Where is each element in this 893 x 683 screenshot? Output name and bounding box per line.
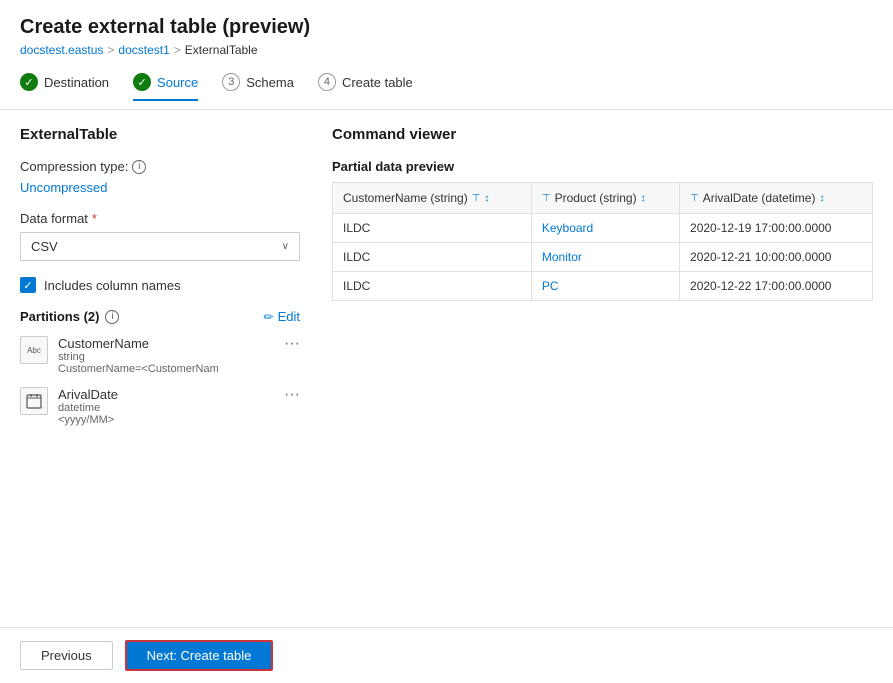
partition-customername-type: string (58, 351, 274, 363)
breadcrumb-current: ExternalTable (185, 43, 258, 57)
partitions-title: Partitions (2) (20, 309, 99, 324)
table-row: ILDC Monitor 2020-12-21 10:00:00.0000 (333, 243, 873, 272)
compression-value: Uncompressed (20, 180, 300, 195)
partition-arivaldate-details: ArivalDate datetime <yyyy/MM> (58, 387, 274, 426)
column-header-customername[interactable]: CustomerName (string) ⊤ ↕ (333, 183, 532, 214)
section-title: ExternalTable (20, 126, 300, 143)
data-format-value: CSV (31, 239, 58, 254)
partition-arivaldate-name: ArivalDate (58, 387, 274, 402)
data-preview-table: CustomerName (string) ⊤ ↕ ⊤ Product (str… (332, 182, 873, 301)
partition-string-icon: Abc (20, 336, 48, 364)
cell-customer-1: ILDC (333, 214, 532, 243)
cell-date-2: 2020-12-21 10:00:00.0000 (680, 243, 873, 272)
breadcrumb: docstest.eastus > docstest1 > ExternalTa… (20, 43, 873, 57)
cell-date-3: 2020-12-22 17:00:00.0000 (680, 272, 873, 301)
footer: Previous Next: Create table (0, 627, 893, 683)
cell-product-1: Keyboard (531, 214, 679, 243)
customername-filter-icon: ⊤ (472, 193, 481, 204)
cell-customer-2: ILDC (333, 243, 532, 272)
wizard-step-source-label: Source (157, 75, 198, 90)
chevron-down-icon: ∨ (282, 241, 289, 252)
command-viewer-title: Command viewer (332, 126, 873, 143)
breadcrumb-sep-1: > (107, 43, 114, 57)
wizard-step-create-table[interactable]: 4 Create table (318, 73, 413, 101)
data-format-required: * (92, 211, 97, 226)
wizard-step-destination-label: Destination (44, 75, 109, 90)
right-panel: Command viewer Partial data preview Cust… (332, 126, 873, 611)
data-format-select[interactable]: CSV ∨ (20, 232, 300, 261)
product-sort-icon: ↕ (641, 193, 646, 204)
partition-arivaldate-menu-icon[interactable]: ··· (284, 387, 300, 403)
previous-button[interactable]: Previous (20, 641, 113, 670)
next-create-table-button[interactable]: Next: Create table (125, 640, 274, 671)
data-format-field-group: Data format * CSV ∨ (20, 211, 300, 261)
partition-arivaldate-value: <yyyy/MM> (58, 414, 274, 426)
wizard-steps: ✓ Destination ✓ Source 3 Schema 4 Create… (0, 65, 893, 110)
table-row: ILDC Keyboard 2020-12-19 17:00:00.0000 (333, 214, 873, 243)
partition-item-arivaldate: ArivalDate datetime <yyyy/MM> ··· (20, 387, 300, 426)
edit-pencil-icon: ✏ (264, 310, 274, 324)
source-check-icon: ✓ (133, 73, 151, 91)
compression-info-icon: i (132, 160, 146, 174)
partition-customername-details: CustomerName string CustomerName=<Custom… (58, 336, 274, 375)
customername-sort-icon: ↕ (484, 193, 489, 204)
content-area: ExternalTable Compression type: i Uncomp… (0, 110, 893, 627)
cell-product-3: PC (531, 272, 679, 301)
page-title: Create external table (preview) (20, 16, 873, 39)
includes-column-names-checkbox[interactable]: ✓ (20, 277, 36, 293)
partition-item-customername: Abc CustomerName string CustomerName=<Cu… (20, 336, 300, 375)
data-format-label: Data format * (20, 211, 300, 226)
create-table-number-icon: 4 (318, 73, 336, 91)
partitions-edit-button[interactable]: ✏ Edit (264, 309, 300, 324)
wizard-step-schema-label: Schema (246, 75, 294, 90)
compression-field-group: Compression type: i Uncompressed (20, 159, 300, 195)
table-row: ILDC PC 2020-12-22 17:00:00.0000 (333, 272, 873, 301)
product-filter-icon: ⊤ (542, 193, 551, 204)
left-panel: ExternalTable Compression type: i Uncomp… (20, 126, 300, 611)
arivaldate-sort-icon: ↕ (819, 193, 824, 204)
partition-arivaldate-type: datetime (58, 402, 274, 414)
schema-number-icon: 3 (222, 73, 240, 91)
arivaldate-filter-icon: ⊤ (690, 193, 699, 204)
cell-product-2: Monitor (531, 243, 679, 272)
partitions-header: Partitions (2) i ✏ Edit (20, 309, 300, 324)
partition-datetime-icon (20, 387, 48, 415)
partitions-info-icon: i (105, 310, 119, 324)
partition-customername-menu-icon[interactable]: ··· (284, 336, 300, 352)
includes-column-names-label: Includes column names (44, 278, 181, 293)
compression-label: Compression type: i (20, 159, 300, 174)
wizard-step-schema[interactable]: 3 Schema (222, 73, 294, 101)
breadcrumb-database[interactable]: docstest1 (118, 43, 169, 57)
column-header-product[interactable]: ⊤ Product (string) ↕ (531, 183, 679, 214)
includes-column-names-row[interactable]: ✓ Includes column names (20, 277, 300, 293)
destination-check-icon: ✓ (20, 73, 38, 91)
page-header: Create external table (preview) docstest… (0, 0, 893, 65)
preview-title: Partial data preview (332, 159, 873, 174)
breadcrumb-server[interactable]: docstest.eastus (20, 43, 103, 57)
breadcrumb-sep-2: > (174, 43, 181, 57)
checkbox-check-icon: ✓ (23, 279, 32, 292)
wizard-step-source[interactable]: ✓ Source (133, 73, 198, 101)
column-header-arivaldate[interactable]: ⊤ ArivalDate (datetime) ↕ (680, 183, 873, 214)
cell-date-1: 2020-12-19 17:00:00.0000 (680, 214, 873, 243)
partition-customername-value: CustomerName=<CustomerNam (58, 363, 274, 375)
cell-customer-3: ILDC (333, 272, 532, 301)
wizard-step-create-table-label: Create table (342, 75, 413, 90)
wizard-step-destination[interactable]: ✓ Destination (20, 73, 109, 101)
partition-customername-name: CustomerName (58, 336, 274, 351)
